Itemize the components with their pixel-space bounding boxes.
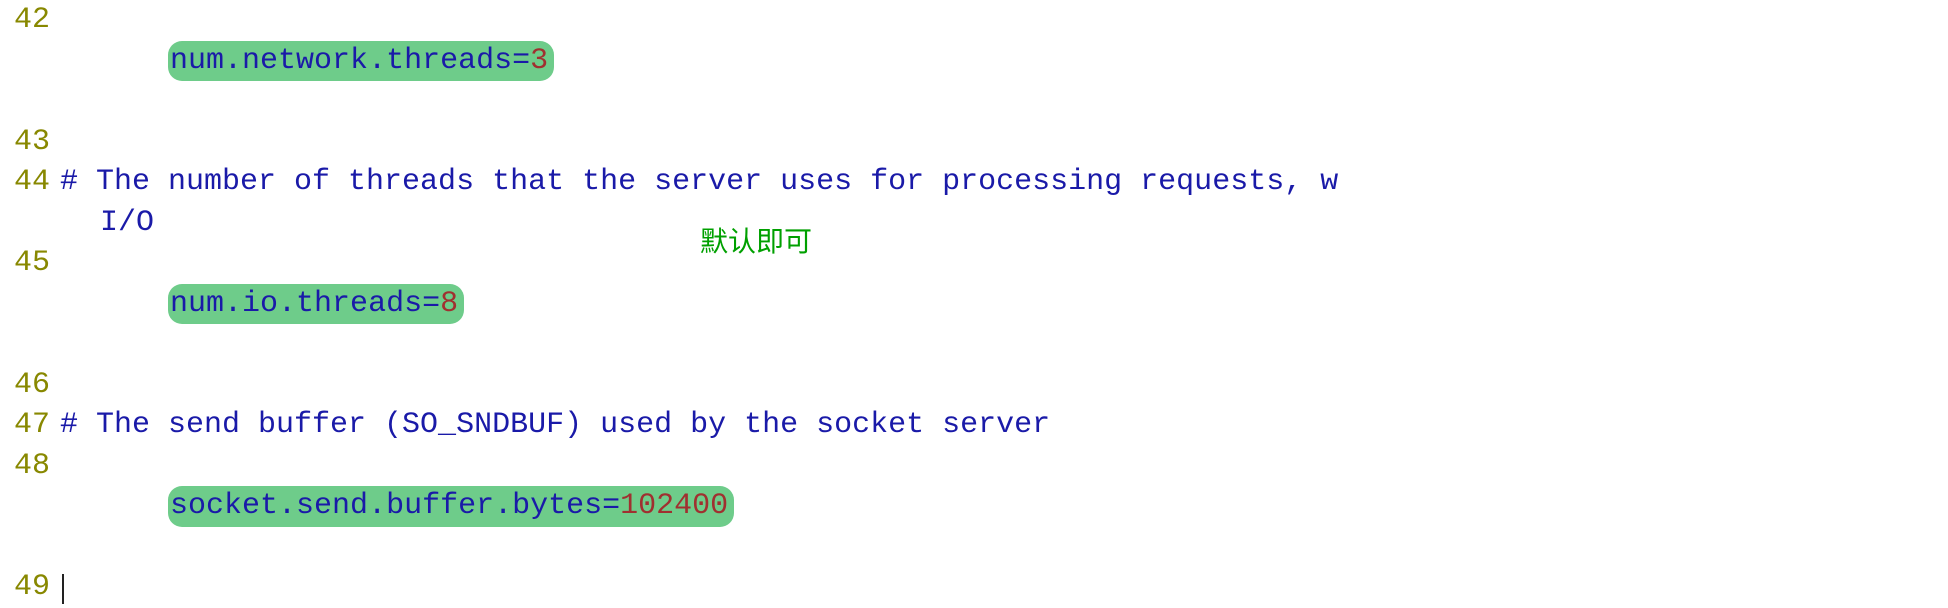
code-line[interactable]: 42 num.network.threads=3 — [0, 0, 1948, 122]
line-number: 42 — [0, 0, 60, 41]
code-editor[interactable]: 42 num.network.threads=3 43 44 # The num… — [0, 0, 1948, 608]
code-content[interactable]: I/O — [60, 203, 1948, 244]
code-line[interactable]: 46 — [0, 365, 1948, 406]
line-number: 43 — [0, 122, 60, 163]
highlighted-span: num.network.threads=3 — [168, 41, 554, 82]
code-content[interactable]: socket.send.buffer.bytes=102400 — [60, 446, 1948, 568]
equals-sign: = — [602, 489, 620, 523]
code-content[interactable]: num.io.threads=8 — [60, 243, 1948, 365]
line-number: 48 — [0, 446, 60, 487]
comment-text: # The send buffer (SO_SNDBUF) used by th… — [60, 408, 1050, 442]
line-number: 47 — [0, 405, 60, 446]
code-content[interactable]: # The send buffer (SO_SNDBUF) used by th… — [60, 405, 1948, 446]
line-number: 49 — [0, 567, 60, 608]
property-value: 102400 — [620, 489, 728, 523]
property-key: num.io.threads — [170, 287, 422, 321]
property-key: socket.send.buffer.bytes — [170, 489, 602, 523]
code-line[interactable]: 48 socket.send.buffer.bytes=102400 — [0, 446, 1948, 568]
annotation-label: 默认即可 — [700, 223, 812, 261]
code-content[interactable] — [60, 567, 1948, 608]
code-line[interactable]: 45 num.io.threads=8 默认即可 — [0, 243, 1948, 365]
property-key: num.network.threads — [170, 44, 512, 78]
code-line[interactable]: 49 — [0, 567, 1948, 608]
comment-text: I/O — [100, 206, 154, 240]
code-line[interactable]: 47 # The send buffer (SO_SNDBUF) used by… — [0, 405, 1948, 446]
line-number: 46 — [0, 365, 60, 406]
line-number: 44 — [0, 162, 60, 203]
property-value: 8 — [440, 287, 458, 321]
highlighted-span: num.io.threads=8 — [168, 284, 464, 325]
code-line[interactable]: 44 # The number of threads that the serv… — [0, 162, 1948, 203]
code-content[interactable]: # The number of threads that the server … — [60, 162, 1948, 203]
comment-text: # The number of threads that the server … — [60, 165, 1338, 199]
equals-sign: = — [512, 44, 530, 78]
code-line[interactable]: 43 — [0, 122, 1948, 163]
code-content[interactable]: num.network.threads=3 — [60, 0, 1948, 122]
highlighted-span: socket.send.buffer.bytes=102400 — [168, 486, 734, 527]
line-number: 45 — [0, 243, 60, 284]
text-cursor — [62, 574, 64, 604]
equals-sign: = — [422, 287, 440, 321]
property-value: 3 — [530, 44, 548, 78]
code-line-wrap[interactable]: I/O — [0, 203, 1948, 244]
